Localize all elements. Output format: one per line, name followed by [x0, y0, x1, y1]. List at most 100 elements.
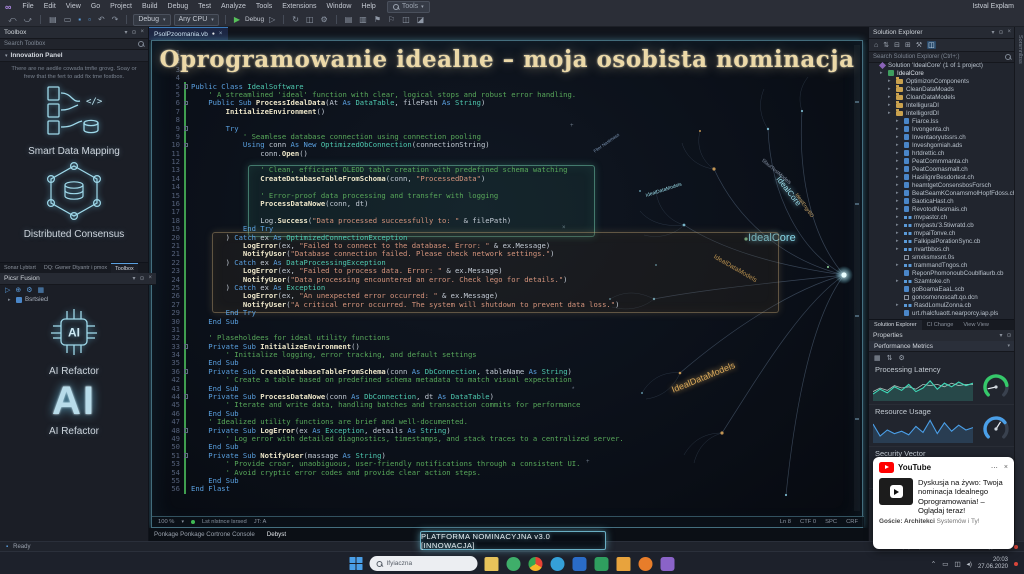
- tray-cloud-icon[interactable]: ▭: [942, 560, 948, 568]
- code-line[interactable]: 16 ProcessDataNowe(conn, dt): [156, 199, 852, 208]
- code-line[interactable]: 45 ' Iterate and write data, handling ba…: [156, 401, 852, 410]
- solution-tree-item[interactable]: ▸ Inveshgomiah.ads: [869, 141, 1015, 149]
- run-icon[interactable]: ▷: [5, 286, 10, 294]
- solution-tree-item[interactable]: ▸ RevotodNasmais.ch: [869, 205, 1015, 213]
- platform-dropdown[interactable]: Any CPU ▾: [173, 13, 219, 26]
- solution-tree-item[interactable]: ▸ BeatSeamKConamsmolHopfFdoss.ch: [869, 189, 1015, 197]
- bookmark-next-icon[interactable]: ◪: [415, 14, 427, 26]
- line-indicator[interactable]: Ln 8: [780, 519, 791, 525]
- solution-tree-item[interactable]: Solution 'IdealCore' (1 of 1 project): [869, 61, 1015, 69]
- close-icon[interactable]: ×: [140, 29, 144, 36]
- fold-marker-icon[interactable]: [183, 83, 191, 91]
- video-thumbnail[interactable]: [879, 478, 913, 505]
- pin-icon[interactable]: ⊙: [139, 275, 144, 282]
- editor-scrollbar[interactable]: [854, 45, 860, 511]
- menu-search-box[interactable]: Tools ▾: [386, 0, 430, 13]
- code-line[interactable]: 54 ' Avoid cryptic error codes and provi…: [156, 468, 852, 477]
- console-tab-package[interactable]: Ponkage Ponkage Cortrone Console: [154, 531, 255, 538]
- fold-marker-icon[interactable]: [183, 343, 191, 351]
- open-file-icon[interactable]: ▭: [62, 14, 74, 26]
- taskbar-app-office-doc[interactable]: [572, 556, 587, 571]
- taskbar-app-files-folder[interactable]: [616, 556, 631, 571]
- solution-tree-item[interactable]: ▸ FalkipaiPorationSync.cb: [869, 237, 1015, 245]
- tray-volume-icon[interactable]: ◂): [967, 560, 972, 568]
- add-icon[interactable]: ⊕: [15, 286, 21, 294]
- solution-tree-item[interactable]: ▸ mvpastu'3.5tiwratd.cb: [869, 221, 1015, 229]
- fold-marker-icon[interactable]: [183, 99, 191, 107]
- vertical-tab-label[interactable]: Sorsmnlbss: [1017, 35, 1023, 64]
- fold-marker-icon[interactable]: [183, 393, 191, 401]
- solution-tree-item[interactable]: smxksmxsnt.0s: [869, 253, 1015, 261]
- fold-marker-icon[interactable]: [183, 427, 191, 435]
- solution-tree-item[interactable]: ▸ Inventaoryutssrs.ch: [869, 133, 1015, 141]
- refresh-icon[interactable]: ↻: [290, 14, 301, 26]
- new-file-icon[interactable]: ▤: [47, 14, 59, 26]
- close-icon[interactable]: ×: [1007, 29, 1011, 36]
- solution-tree-item[interactable]: ▸ hrtdrettic.ch: [869, 149, 1015, 157]
- fold-marker-icon[interactable]: [183, 368, 191, 376]
- tool-ai-refactor-chip[interactable]: AI AI Refactor: [0, 305, 148, 377]
- close-icon[interactable]: ×: [1004, 464, 1008, 472]
- chevron-down-icon[interactable]: ▾: [999, 332, 1002, 339]
- menu-item-help[interactable]: Help: [356, 3, 380, 10]
- menu-item-extensions[interactable]: Extensions: [277, 3, 321, 10]
- tray-chevron-icon[interactable]: ⌃: [931, 560, 936, 568]
- solution-tree-item[interactable]: ▸ PeatCoomasmalt.ch: [869, 165, 1015, 173]
- menu-item-tools[interactable]: Tools: [251, 3, 277, 10]
- code-area[interactable]: 1 2 3 4 5 Public Class IdealSoftware 5 ' A str…: [156, 45, 852, 513]
- menu-item-debug[interactable]: Debug: [163, 3, 194, 10]
- nav-back-icon[interactable]: ⤺: [6, 14, 19, 26]
- notification-count-badge[interactable]: [1014, 561, 1018, 566]
- config-dropdown[interactable]: Debug ▾: [133, 13, 171, 26]
- collapse-all-icon[interactable]: ⊟: [894, 41, 900, 49]
- start-debug-label[interactable]: Debug: [245, 16, 264, 23]
- solution-tree-item[interactable]: ▸ mvpastcr.ch: [869, 213, 1015, 221]
- solution-tree-item[interactable]: ▸ HasilignrBesdortest.ch: [869, 173, 1015, 181]
- taskbar-app-excel[interactable]: [594, 556, 609, 571]
- zoom-level[interactable]: 100 %: [158, 519, 174, 525]
- properties-wrench-icon[interactable]: ⚒: [916, 41, 922, 49]
- start-no-debug-icon[interactable]: ▷: [267, 14, 277, 26]
- editor-tab[interactable]: PsolPzoomania.vb ● ×: [148, 27, 229, 40]
- save-all-icon[interactable]: ▫: [86, 14, 93, 26]
- chevron-down-icon[interactable]: ▾: [124, 29, 127, 36]
- solution-tree-item[interactable]: ▸ IdealCore: [869, 69, 1015, 77]
- taskbar-app-file-explorer[interactable]: [484, 556, 499, 571]
- copy-icon[interactable]: ◫: [304, 14, 316, 26]
- solution-tree-item[interactable]: goBoamaEaaL.scb: [869, 285, 1015, 293]
- start-debug-button[interactable]: ▶: [232, 14, 242, 26]
- solution-tree-item[interactable]: ▸ mvpaiTonve.ch: [869, 229, 1015, 237]
- taskbar-app-chrome[interactable]: [528, 556, 543, 571]
- uncomment-icon[interactable]: ▥: [357, 14, 369, 26]
- undo-icon[interactable]: ↶: [96, 14, 107, 26]
- tool-distributed-consensus[interactable]: Distributed Consensus: [0, 160, 148, 240]
- menu-item-view[interactable]: View: [61, 3, 86, 10]
- youtube-notification-card[interactable]: YouTube ⋯ × Dyskusja na żywo: Twoja nomi…: [873, 457, 1014, 549]
- close-icon[interactable]: ×: [148, 275, 152, 282]
- code-line[interactable]: 42 ' Create a table based on predefined …: [156, 375, 852, 384]
- code-line[interactable]: 49 ' Log error with detailed diagnostics…: [156, 434, 852, 443]
- chevron-down-icon[interactable]: ▾: [132, 275, 135, 282]
- solution-tree-item[interactable]: ▸ nvartbbos.ch: [869, 245, 1015, 253]
- code-line[interactable]: 7 InitializeEnvironment(): [156, 107, 852, 116]
- menu-item-window[interactable]: Window: [322, 3, 357, 10]
- fold-marker-icon[interactable]: [183, 141, 191, 149]
- solution-tree-item[interactable]: ▸ PeatCommmanta.ch: [869, 157, 1015, 165]
- code-line[interactable]: 29 End Try: [156, 308, 852, 317]
- more-options-icon[interactable]: ⋯: [991, 464, 998, 472]
- categorized-icon[interactable]: ▦: [874, 354, 881, 362]
- redo-icon[interactable]: ↷: [110, 14, 121, 26]
- column-indicator[interactable]: CTF 0: [800, 519, 816, 525]
- menu-item-go[interactable]: Go: [86, 3, 105, 10]
- nav-forward-icon[interactable]: ⤻: [22, 14, 35, 26]
- active-view-icon[interactable]: ◫: [927, 41, 936, 49]
- menu-item-analyze[interactable]: Analyze: [216, 3, 251, 10]
- tool-smart-data-mapping[interactable]: </> Smart Data Mapping: [0, 83, 148, 157]
- taskbar-app-browser-green[interactable]: [506, 556, 521, 571]
- fusion-tree-item[interactable]: ▸ Bsrtsiecl: [0, 295, 148, 304]
- sort-icon[interactable]: ⇅: [887, 354, 893, 362]
- solution-tree-item[interactable]: ▸ BaoticaHast.ch: [869, 197, 1015, 205]
- solution-tree-item[interactable]: ▸ Szamtoke.ch: [869, 277, 1015, 285]
- taskbar-app-firefox[interactable]: [638, 556, 653, 571]
- fold-marker-icon[interactable]: [183, 125, 191, 133]
